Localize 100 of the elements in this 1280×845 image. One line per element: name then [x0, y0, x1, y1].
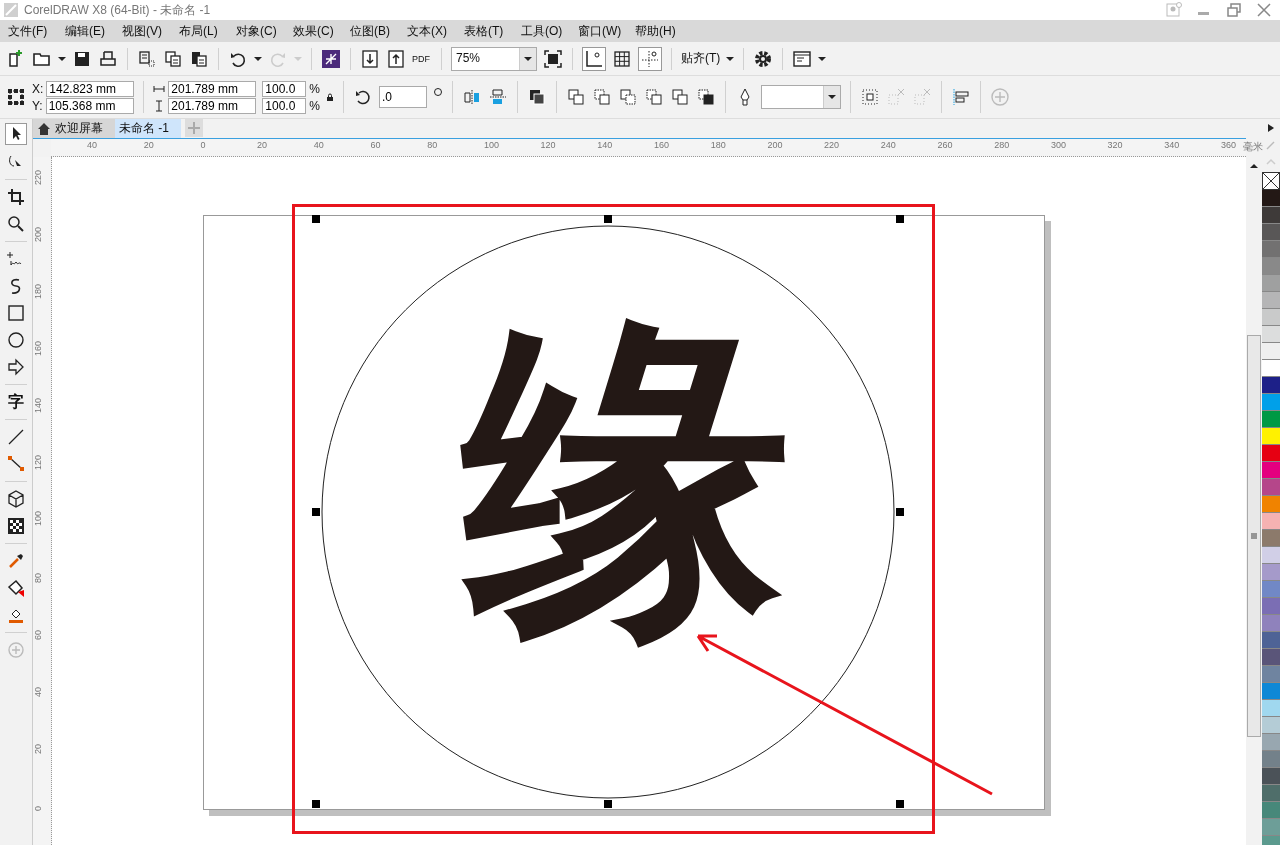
selection-handle[interactable]	[312, 800, 320, 808]
menu-item[interactable]: 帮助(H)	[635, 22, 692, 40]
document-tab[interactable]: 未命名 -1	[115, 119, 181, 138]
menu-item[interactable]: 文本(X)	[407, 22, 464, 40]
connector-icon[interactable]	[6, 454, 26, 474]
color-swatch[interactable]	[1262, 547, 1280, 564]
color-swatch[interactable]	[1262, 241, 1280, 258]
color-swatch[interactable]	[1262, 530, 1280, 547]
menu-item[interactable]: 窗口(W)	[578, 22, 635, 40]
dimension-line-icon[interactable]	[6, 427, 26, 447]
selection-handle[interactable]	[312, 215, 320, 223]
caret-icon[interactable]	[726, 54, 735, 63]
guidelines-icon[interactable]	[638, 46, 662, 71]
mirror-vertical-icon[interactable]	[488, 87, 508, 107]
selection-handle[interactable]	[604, 215, 612, 223]
pointer-icon[interactable]	[5, 123, 27, 145]
menu-item[interactable]: 编辑(E)	[65, 22, 122, 40]
color-swatch[interactable]	[1262, 802, 1280, 819]
scale-y-field[interactable]: 100.0	[262, 97, 307, 114]
color-swatch[interactable]	[1262, 632, 1280, 649]
grid-icon[interactable]	[612, 48, 632, 69]
close-icon[interactable]	[1256, 2, 1272, 18]
caret-icon[interactable]	[58, 54, 66, 63]
color-swatch[interactable]	[1262, 360, 1280, 377]
scrollbar-thumb[interactable]	[1247, 335, 1261, 737]
menu-item[interactable]: 表格(T)	[464, 22, 521, 40]
object-origin-icon[interactable]	[6, 87, 26, 107]
menu-item[interactable]: 视图(V)	[122, 22, 179, 40]
crop-icon[interactable]	[6, 187, 26, 207]
mirror-horizontal-icon[interactable]	[462, 87, 482, 107]
color-swatch[interactable]	[1262, 581, 1280, 598]
color-swatch[interactable]	[1262, 513, 1280, 530]
selection-handle[interactable]	[896, 800, 904, 808]
menu-item[interactable]: 位图(B)	[350, 22, 407, 40]
zoom-icon[interactable]	[6, 214, 26, 234]
color-swatch[interactable]	[1262, 683, 1280, 700]
y-position-field[interactable]: 105.368 mm	[45, 97, 134, 114]
color-swatch[interactable]	[1262, 649, 1280, 666]
document-tab[interactable]: 欢迎屏幕	[33, 119, 115, 138]
menu-item[interactable]: 布局(L)	[179, 22, 236, 40]
color-swatch[interactable]	[1262, 445, 1280, 462]
lock-icon[interactable]	[326, 93, 334, 101]
color-swatch[interactable]	[1262, 190, 1280, 207]
import-icon[interactable]	[360, 48, 380, 69]
color-swatch[interactable]	[1262, 717, 1280, 734]
menu-item[interactable]: 对象(C)	[236, 22, 293, 40]
paint-bucket-icon[interactable]	[6, 578, 26, 598]
export-icon[interactable]	[386, 48, 406, 69]
rulers-icon[interactable]	[582, 46, 606, 71]
cut-document-icon[interactable]	[137, 48, 157, 69]
caret-icon[interactable]	[254, 54, 262, 63]
color-swatch[interactable]	[1262, 785, 1280, 802]
align-icon[interactable]	[951, 87, 971, 107]
checkerboard-icon[interactable]	[6, 516, 26, 536]
selection-handle[interactable]	[896, 215, 904, 223]
color-swatch[interactable]	[1262, 411, 1280, 428]
color-swatch[interactable]	[1262, 258, 1280, 275]
scale-x-field[interactable]: 100.0	[262, 80, 307, 97]
window-icon[interactable]	[792, 48, 813, 69]
shaping-icon[interactable]	[670, 87, 690, 107]
copy-icon[interactable]	[163, 48, 183, 69]
color-swatch[interactable]	[1262, 309, 1280, 326]
color-swatch[interactable]	[1262, 224, 1280, 241]
group-icon[interactable]	[860, 87, 880, 107]
app-launcher-icon[interactable]	[321, 48, 341, 69]
width-field[interactable]: 201.789 mm	[168, 80, 257, 97]
shaping-icon[interactable]	[566, 87, 586, 107]
restore-icon[interactable]	[1226, 2, 1242, 18]
color-swatch[interactable]	[1262, 615, 1280, 632]
color-swatch[interactable]	[1262, 275, 1280, 292]
combine-icon[interactable]	[527, 87, 547, 107]
color-swatch[interactable]	[1262, 428, 1280, 445]
color-swatch[interactable]	[1262, 666, 1280, 683]
selection-handle[interactable]	[312, 508, 320, 516]
scroll-up-icon[interactable]	[1248, 161, 1260, 171]
height-field[interactable]: 201.789 mm	[168, 97, 257, 114]
color-swatch[interactable]	[1262, 394, 1280, 411]
settings-icon[interactable]	[753, 48, 774, 69]
caret-icon[interactable]	[828, 93, 836, 101]
color-swatch[interactable]	[1262, 326, 1280, 343]
rotation-field[interactable]: .0	[379, 86, 427, 108]
rectangle-icon[interactable]	[6, 303, 26, 323]
text-tool-button[interactable]: 字	[8, 392, 24, 412]
x-position-field[interactable]: 142.823 mm	[46, 80, 135, 97]
pdf-button[interactable]: PDF	[412, 53, 432, 64]
color-swatch[interactable]	[1262, 564, 1280, 581]
shaping-icon[interactable]	[696, 87, 716, 107]
selection-handle[interactable]	[604, 800, 612, 808]
menu-item[interactable]: 工具(O)	[521, 22, 578, 40]
cube-icon[interactable]	[6, 489, 26, 509]
color-swatch[interactable]	[1262, 496, 1280, 513]
color-swatch[interactable]	[1262, 462, 1280, 479]
printer-icon[interactable]	[98, 48, 118, 69]
color-swatch[interactable]	[1262, 700, 1280, 717]
color-swatch[interactable]	[1262, 768, 1280, 785]
ellipse-icon[interactable]	[6, 330, 26, 350]
no-color-swatch[interactable]	[1262, 172, 1280, 190]
color-swatch[interactable]	[1262, 734, 1280, 751]
selection-handle[interactable]	[896, 508, 904, 516]
color-swatch[interactable]	[1262, 207, 1280, 224]
